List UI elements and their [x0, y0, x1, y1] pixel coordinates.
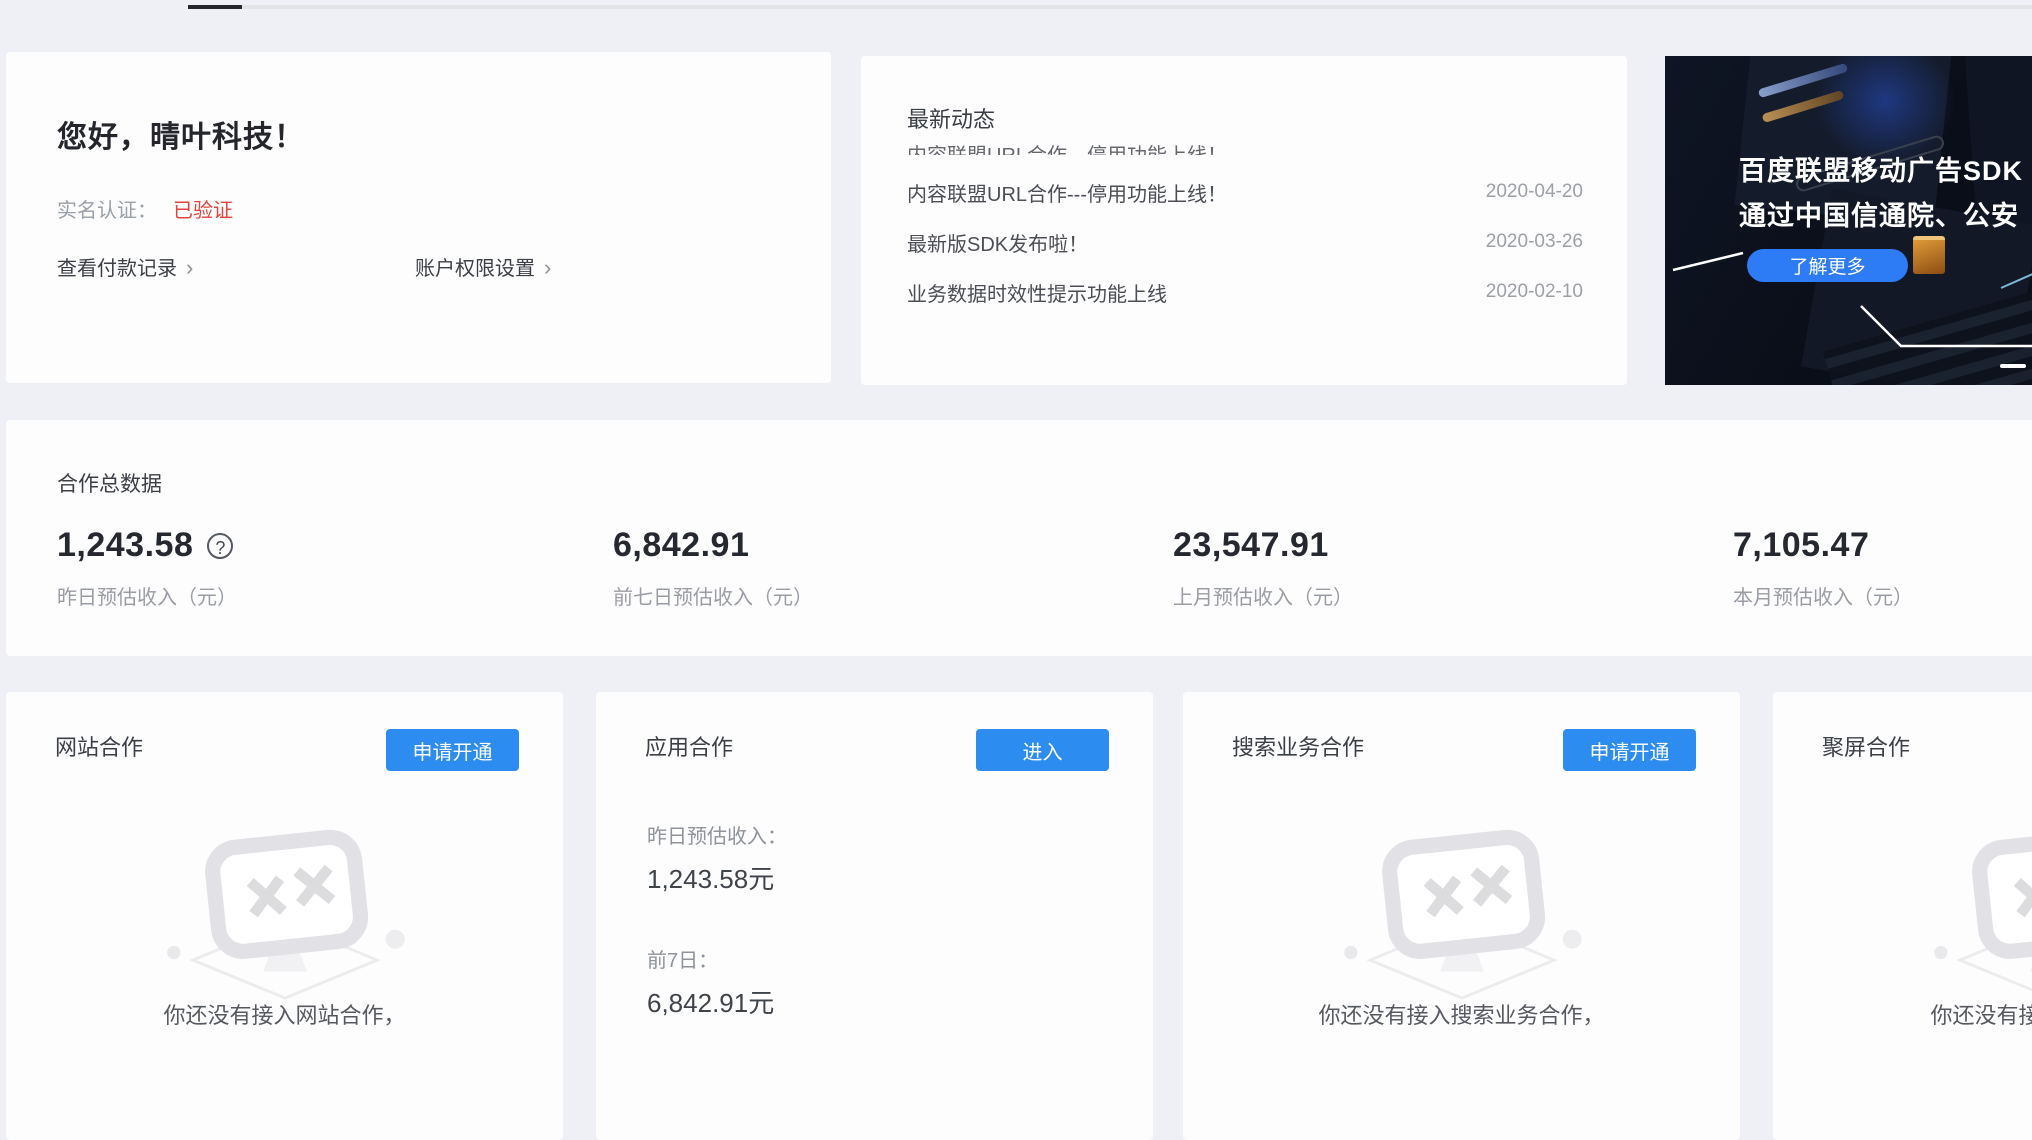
stat-label: 昨日预估收入（元）: [57, 581, 237, 610]
realname-verify-row: 实名认证： 已验证: [57, 194, 233, 223]
cooperation-row-value: 1,243.58元: [647, 859, 787, 896]
stat-value: 6,842.91: [613, 526, 749, 565]
news-item-text: 最新版SDK发布啦！: [907, 228, 1088, 257]
news-title: 最新动态: [907, 102, 995, 134]
news-item-text: 内容联盟URL合作---停用功能上线！: [907, 178, 1227, 207]
promo-banner[interactable]: 百度联盟移动广告SDK 通过中国信通院、公安 了解更多: [1665, 56, 2032, 385]
news-list: 内容联盟URL合作---停用功能上线！ 2020-04-20 最新版SDK发布啦…: [907, 167, 1583, 317]
cooperation-action-button[interactable]: 申请开通: [1563, 729, 1696, 771]
banner-headline: 百度联盟移动广告SDK: [1739, 149, 2023, 188]
verify-label: 实名认证：: [57, 200, 157, 222]
learn-more-button[interactable]: 了解更多: [1747, 249, 1908, 282]
cooperation-card-1: 网站合作 申请开通 你还没有接入网站合作，: [6, 692, 563, 1140]
cooperation-row-value: 6,842.91元: [647, 983, 787, 1020]
payment-records-link[interactable]: 查看付款记录›: [57, 252, 193, 281]
stats-title: 合作总数据: [57, 468, 162, 498]
news-item-partially-scrolled: 内容联盟URL合作---停用功能上线！: [907, 144, 1583, 155]
account-permissions-link[interactable]: 账户权限设置›: [415, 252, 551, 281]
news-item-date: 2020-03-26: [1486, 231, 1583, 253]
dashboard-page: 您好，晴叶科技！ 实名认证： 已验证 查看付款记录› 账户权限设置› 最新动态 内…: [0, 0, 2032, 1140]
stat-value: 7,105.47: [1733, 526, 1869, 565]
news-list-item[interactable]: 最新版SDK发布啦！ 2020-03-26: [907, 217, 1583, 267]
total-stats-card: 合作总数据 1,243.58 ? 昨日预估收入（元） 6,842.91 前七日预…: [6, 420, 2032, 656]
cooperation-data-row: 前7日： 6,842.91元: [647, 944, 787, 1020]
empty-state-tv-icon: [1331, 810, 1593, 1000]
greeting-card: 您好，晴叶科技！ 实名认证： 已验证 查看付款记录› 账户权限设置›: [6, 52, 831, 383]
cooperation-card-2: 应用合作 进入 昨日预估收入： 1,243.58元 前7日： 6,842.91元: [596, 692, 1153, 1140]
stat-label: 前七日预估收入（元）: [613, 581, 813, 610]
banner-subline: 通过中国信通院、公安: [1739, 194, 2019, 233]
cooperation-action-button[interactable]: 申请开通: [386, 729, 519, 771]
cooperation-card-title: 搜索业务合作: [1232, 730, 1364, 762]
cooperation-card-title: 网站合作: [55, 730, 143, 762]
cooperation-data-row: 昨日预估收入： 1,243.58元: [647, 820, 787, 896]
empty-state-tv-icon: [154, 810, 416, 1000]
cooperation-card-3: 搜索业务合作 申请开通 你还没有接入搜索业务合作，: [1183, 692, 1740, 1140]
video-progress-fill: [188, 5, 242, 9]
cooperation-card-4: 聚屏合作 你还没有接入聚屏合作，: [1773, 692, 2032, 1140]
news-item-text: 业务数据时效性提示功能上线: [907, 278, 1167, 307]
news-item-date: 2020-02-10: [1486, 281, 1583, 303]
help-question-icon[interactable]: ?: [207, 533, 233, 559]
stat-column: 23,547.91 上月预估收入（元）: [1173, 526, 1353, 610]
cooperation-card-title: 应用合作: [645, 730, 733, 762]
cooperation-data-rows: 昨日预估收入： 1,243.58元 前7日： 6,842.91元: [647, 820, 787, 1020]
empty-state-text: 你还没有接入聚屏合作，: [1773, 998, 2032, 1030]
cooperation-action-button[interactable]: 进入: [976, 729, 1109, 771]
greeting-title: 您好，晴叶科技！: [57, 112, 305, 156]
empty-state-text: 你还没有接入搜索业务合作，: [1183, 998, 1740, 1030]
stat-column: 6,842.91 前七日预估收入（元）: [613, 526, 813, 610]
news-list-item[interactable]: 内容联盟URL合作---停用功能上线！ 2020-04-20: [907, 167, 1583, 217]
cooperation-card-title: 聚屏合作: [1822, 730, 1910, 762]
empty-state-text: 你还没有接入网站合作，: [6, 998, 563, 1030]
chevron-right-icon: ›: [186, 255, 193, 280]
news-list-item[interactable]: 业务数据时效性提示功能上线 2020-02-10: [907, 267, 1583, 317]
cooperation-row-label: 前7日：: [647, 944, 787, 973]
stat-column: 7,105.47 本月预估收入（元）: [1733, 526, 1913, 610]
cooperation-row-label: 昨日预估收入：: [647, 820, 787, 849]
empty-state-tv-icon: [1921, 810, 2032, 1000]
video-progress-bar[interactable]: [188, 5, 2032, 9]
chevron-right-icon: ›: [544, 255, 551, 280]
banner-art-orange-cube: [1913, 236, 1945, 274]
news-item-date: 2020-04-20: [1486, 181, 1583, 203]
stat-label: 上月预估收入（元）: [1173, 581, 1353, 610]
stat-label: 本月预估收入（元）: [1733, 581, 1913, 610]
stat-value: 1,243.58: [57, 526, 193, 565]
verify-status-badge: 已验证: [173, 200, 233, 222]
news-card: 最新动态 内容联盟URL合作---停用功能上线！ 内容联盟URL合作---停用功…: [861, 56, 1627, 385]
stat-value: 23,547.91: [1173, 526, 1329, 565]
carousel-indicator[interactable]: [2000, 364, 2026, 368]
stat-column: 1,243.58 ? 昨日预估收入（元）: [57, 526, 237, 610]
